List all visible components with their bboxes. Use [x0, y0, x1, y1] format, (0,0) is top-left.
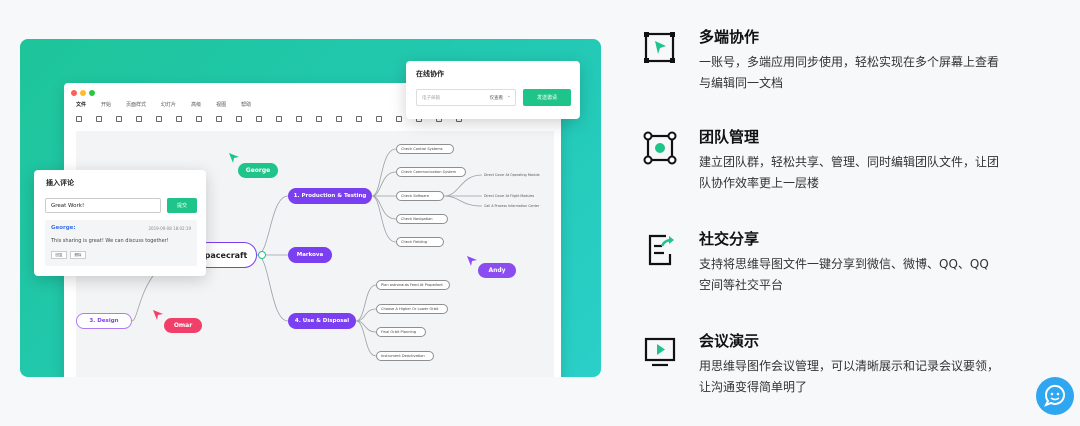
submit-button[interactable]: 提交 — [167, 198, 197, 213]
collaborator-tag: Andy — [478, 263, 516, 278]
leaf-node[interactable]: Plan astronauts Feed At Propellant — [376, 280, 450, 290]
tool-icon[interactable] — [236, 116, 242, 122]
cursor-icon — [467, 256, 477, 266]
tool-icon[interactable] — [156, 116, 162, 122]
comment-input[interactable]: Great Work! — [45, 198, 161, 213]
tool-icon[interactable] — [216, 116, 222, 122]
chevron-down-icon: ⌄ — [506, 93, 511, 99]
branch-node[interactable]: 1. Production & Testing — [288, 188, 372, 204]
leaf-node[interactable]: Choose A Higher Or Lower Orbit — [376, 304, 448, 314]
tool-icon[interactable] — [196, 116, 202, 122]
tool-icon[interactable] — [376, 116, 382, 122]
comment-card: 插入评论 Great Work! 提交 George: 2019-09-08 1… — [34, 170, 206, 276]
tool-icon[interactable] — [356, 116, 362, 122]
page: 文件 开始 页面样式 幻灯片 高级 视图 帮助 pacecraft 1. Pro… — [0, 0, 1080, 426]
leaf-node[interactable]: Check Software — [396, 191, 444, 201]
comment-title: 插入评论 — [46, 179, 74, 187]
tool-icon[interactable] — [116, 116, 122, 122]
menu-item[interactable]: 开始 — [101, 101, 111, 108]
menu-item[interactable]: 页面样式 — [126, 101, 146, 108]
feature-desc: 支持将思维导图文件一键分享到微信、微博、QQ、QQ空间等社交平台 — [699, 257, 989, 292]
tool-icon[interactable] — [76, 116, 82, 122]
email-placeholder: 电子邮箱 — [422, 96, 440, 101]
share-icon — [648, 234, 674, 266]
sub-leaf[interactable]: Direct Cover At Flight Modules — [484, 194, 534, 198]
comment-item: George: 2019-09-08 18:02:19 This sharing… — [45, 220, 197, 266]
menu-bar: 文件 开始 页面样式 幻灯片 高级 视图 帮助 — [76, 101, 251, 108]
tool-icon[interactable] — [96, 116, 102, 122]
sub-leaf[interactable]: Call A Process Information Center — [484, 204, 539, 208]
menu-item[interactable]: 帮助 — [241, 101, 251, 108]
email-field[interactable]: 电子邮箱 仅查看 ⌄ — [416, 89, 516, 106]
feature-desc: 一账号，多端应用同步使用，轻松实现在多个屏幕上查看与编辑同一文档 — [699, 55, 1000, 90]
leaf-node[interactable]: Check Navigation — [396, 214, 448, 224]
collab-card: 在线协作 电子邮箱 仅查看 ⌄ 发送邀请 — [406, 61, 580, 119]
feature-desc: 建立团队群，轻松共享、管理、同时编辑团队文件，让团队协作效率更上一层楼 — [699, 155, 1000, 190]
team-icon — [643, 131, 677, 165]
sub-leaf[interactable]: Direct Cover At Operating Module — [484, 173, 540, 177]
tool-icon[interactable] — [396, 116, 402, 122]
branch-node[interactable]: Markova — [288, 247, 332, 263]
reply-button[interactable]: 回复 — [51, 251, 67, 259]
tool-icon[interactable] — [296, 116, 302, 122]
tool-icon[interactable] — [176, 116, 182, 122]
menu-item[interactable]: 文件 — [76, 101, 86, 108]
feature-desc: 用思维导图作会议管理，可以清晰展示和记录会议要领，让沟通变得简单明了 — [699, 359, 1000, 394]
tool-icon[interactable] — [136, 116, 142, 122]
feature-item: 团队管理 建立团队群，轻松共享、管理、同时编辑团队文件，让团队协作效率更上一层楼 — [642, 128, 1002, 210]
chat-button[interactable] — [1036, 377, 1074, 415]
leaf-node[interactable]: Check Communication System — [396, 167, 466, 177]
presentation-icon — [644, 337, 676, 367]
send-invite-button[interactable]: 发送邀请 — [523, 89, 571, 106]
feature-title: 社交分享 — [699, 230, 760, 248]
leaf-node[interactable]: Check Control Systems — [396, 144, 454, 154]
cursor-icon — [229, 153, 239, 163]
comment-text: This sharing is great! We can discuss to… — [51, 238, 169, 244]
cursor-icon — [153, 310, 163, 320]
chat-smile-icon — [1043, 384, 1065, 407]
collab-title: 在线协作 — [416, 70, 444, 78]
permission-select[interactable]: 仅查看 — [490, 95, 504, 101]
delete-button[interactable]: 删除 — [70, 251, 86, 259]
multi-device-icon — [644, 32, 675, 63]
feature-item: 社交分享 支持将思维导图文件一键分享到微信、微博、QQ、QQ空间等社交平台 — [642, 230, 1002, 312]
tool-icon[interactable] — [316, 116, 322, 122]
feature-title: 多端协作 — [699, 28, 760, 46]
minimize-dot[interactable] — [80, 90, 86, 96]
tool-icon[interactable] — [276, 116, 282, 122]
tool-icon[interactable] — [336, 116, 342, 122]
menu-item[interactable]: 高级 — [191, 101, 201, 108]
hero-panel: 文件 开始 页面样式 幻灯片 高级 视图 帮助 pacecraft 1. Pro… — [20, 39, 601, 377]
close-dot[interactable] — [71, 90, 77, 96]
leaf-node[interactable]: Check Fielding — [396, 237, 444, 247]
collaborator-tag: George — [238, 163, 278, 178]
comment-author: George: — [51, 225, 76, 231]
menu-item[interactable]: 视图 — [216, 101, 226, 108]
feature-title: 会议演示 — [699, 332, 760, 350]
collaborator-tag: Omar — [164, 318, 202, 333]
menu-item[interactable]: 幻灯片 — [161, 101, 176, 108]
feature-item: 会议演示 用思维导图作会议管理，可以清晰展示和记录会议要领，让沟通变得简单明了 — [642, 332, 1002, 414]
leaf-node[interactable]: Instrument Deactivation — [376, 351, 434, 361]
leaf-node[interactable]: Final Orbit Planning — [376, 327, 426, 337]
feature-item: 多端协作 一账号，多端应用同步使用，轻松实现在多个屏幕上查看与编辑同一文档 — [642, 28, 1002, 110]
maximize-dot[interactable] — [89, 90, 95, 96]
feature-title: 团队管理 — [699, 128, 760, 146]
branch-node[interactable]: 4. Use & Disposal — [288, 313, 356, 329]
tool-icon[interactable] — [256, 116, 262, 122]
comment-time: 2019-09-08 18:02:19 — [148, 226, 191, 231]
branch-node[interactable]: 3. Design — [76, 313, 132, 329]
collapse-toggle[interactable] — [258, 251, 266, 259]
